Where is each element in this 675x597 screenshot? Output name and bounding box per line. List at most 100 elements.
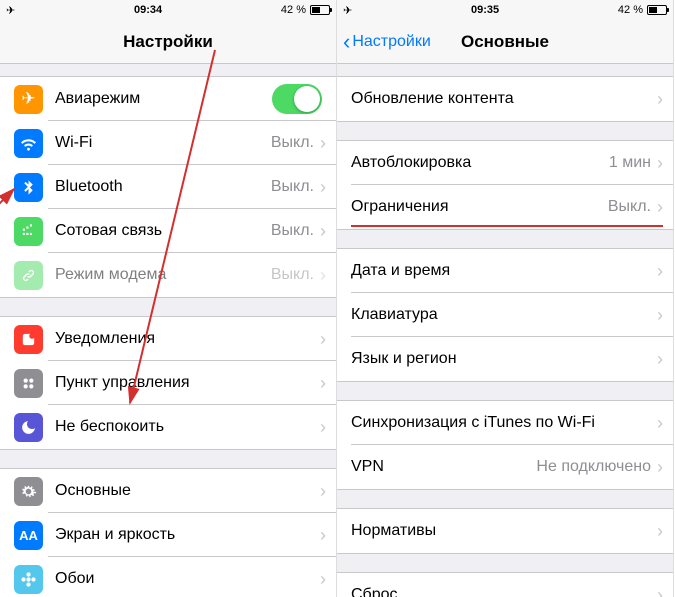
row-display[interactable]: AA Экран и яркость› [0,513,336,557]
chevron-left-icon: ‹ [343,31,350,53]
row-value: Выкл. [271,134,314,152]
nav-bar: ‹ Настройки Основные [337,20,673,64]
chevron-right-icon: › [320,221,326,242]
row-label: VPN [351,458,536,476]
row-label: Язык и регион [351,350,657,368]
chevron-right-icon: › [320,177,326,198]
settings-group: ✈︎АвиарежимWi-FiВыкл.›BluetoothВыкл.›Сот… [0,76,336,298]
row-hotspot[interactable]: Режим модемаВыкл. › [0,253,336,297]
row-reset[interactable]: Сброс› [337,573,673,597]
bluetooth-icon [14,173,43,202]
toggle-switch[interactable] [272,84,322,114]
nav-back-button[interactable]: ‹ Настройки [343,31,431,53]
row-label: Сброс [351,586,657,597]
row-label: Автоблокировка [351,154,609,172]
settings-group: Автоблокировка1 мин › ОграниченияВыкл.› [337,140,673,230]
chevron-right-icon: › [320,569,326,590]
row-value: Выкл. [271,178,314,196]
row-general[interactable]: Основные› [0,469,336,513]
cellular-icon [14,217,43,246]
general-icon [14,477,43,506]
notifications-icon [14,325,43,354]
status-right: 42 % [281,4,330,16]
chevron-right-icon: › [657,413,663,434]
row-label: Основные [55,482,320,500]
row-keyboard[interactable]: Клавиатура› [337,293,673,337]
status-bar: ✈︎ 09:35 42 % [337,0,673,20]
battery-percent: 42 % [618,4,643,16]
settings-group: Сброс› [337,572,673,597]
row-value: Выкл. [608,198,651,216]
row-itunes-sync[interactable]: Синхронизация с iTunes по Wi-Fi› [337,401,673,445]
row-content-refresh[interactable]: Обновление контента› [337,77,673,121]
chevron-right-icon: › [657,89,663,110]
row-label: Режим модема [55,266,271,284]
status-bar: ✈︎ 09:34 42 % [0,0,336,20]
chevron-right-icon: › [657,261,663,282]
chevron-right-icon: › [657,585,663,597]
wallpaper-icon [14,565,43,594]
row-label: Уведомления [55,330,320,348]
row-label: Нормативы [351,522,657,540]
chevron-right-icon: › [320,265,326,286]
row-cellular[interactable]: Сотовая связьВыкл. › [0,209,336,253]
row-wallpaper[interactable]: Обои› [0,557,336,597]
row-value: Не подключено [536,458,651,476]
row-label: Сотовая связь [55,222,271,240]
row-restrictions[interactable]: ОграниченияВыкл.› [337,185,673,229]
row-value: Выкл. [271,266,314,284]
phone-settings: ✈︎ 09:34 42 % Настройки ✈︎АвиарежимWi-Fi… [0,0,337,597]
settings-group: Синхронизация с iTunes по Wi-Fi›VPNНе по… [337,400,673,490]
chevron-right-icon: › [320,481,326,502]
row-vpn[interactable]: VPNНе подключено › [337,445,673,489]
row-label: Обновление контента [351,90,657,108]
chevron-right-icon: › [320,373,326,394]
row-control-center[interactable]: Пункт управления› [0,361,336,405]
row-autolock[interactable]: Автоблокировка1 мин › [337,141,673,185]
row-label: Клавиатура [351,306,657,324]
row-label: Синхронизация с iTunes по Wi-Fi [351,414,657,432]
settings-group: Нормативы› [337,508,673,554]
row-notifications[interactable]: Уведомления› [0,317,336,361]
battery-icon [647,5,667,15]
row-label: Не беспокоить [55,418,320,436]
battery-percent: 42 % [281,4,306,16]
status-right: 42 % [618,4,667,16]
chevron-right-icon: › [657,349,663,370]
status-time: 09:35 [471,4,499,16]
row-label: Экран и яркость [55,526,320,544]
settings-group: Основные›AAЭкран и яркость›Обои›Звуки›To… [0,468,336,597]
highlight-underline [351,225,663,227]
row-value: 1 мин [609,154,651,172]
chevron-right-icon: › [657,457,663,478]
chevron-right-icon: › [657,521,663,542]
row-value: Выкл. [271,222,314,240]
row-language[interactable]: Язык и регион› [337,337,673,381]
chevron-right-icon: › [320,133,326,154]
row-regulatory[interactable]: Нормативы› [337,509,673,553]
airplane-mode-icon: ✈︎ [343,4,352,17]
row-label: Bluetooth [55,178,271,196]
general-content[interactable]: Обновление контента›Автоблокировка1 мин›… [337,64,673,597]
row-bluetooth[interactable]: BluetoothВыкл. › [0,165,336,209]
row-airplane[interactable]: ✈︎Авиарежим [0,77,336,121]
row-dnd[interactable]: Не беспокоить› [0,405,336,449]
wifi-icon [14,129,43,158]
battery-icon [310,5,330,15]
chevron-right-icon: › [657,153,663,174]
chevron-right-icon: › [320,417,326,438]
settings-group: Дата и время›Клавиатура›Язык и регион› [337,248,673,382]
settings-content[interactable]: ✈︎АвиарежимWi-FiВыкл.›BluetoothВыкл.›Сот… [0,64,336,597]
settings-group: Обновление контента› [337,76,673,122]
display-icon: AA [14,521,43,550]
chevron-right-icon: › [320,329,326,350]
status-left: ✈︎ [343,4,352,17]
row-label: Авиарежим [55,90,272,108]
airplane-mode-icon: ✈︎ [6,4,15,17]
chevron-right-icon: › [320,525,326,546]
status-time: 09:34 [134,4,162,16]
row-datetime[interactable]: Дата и время› [337,249,673,293]
status-left: ✈︎ [6,4,15,17]
row-wifi[interactable]: Wi-FiВыкл.› [0,121,336,165]
settings-group: Уведомления›Пункт управления›Не беспокои… [0,316,336,450]
